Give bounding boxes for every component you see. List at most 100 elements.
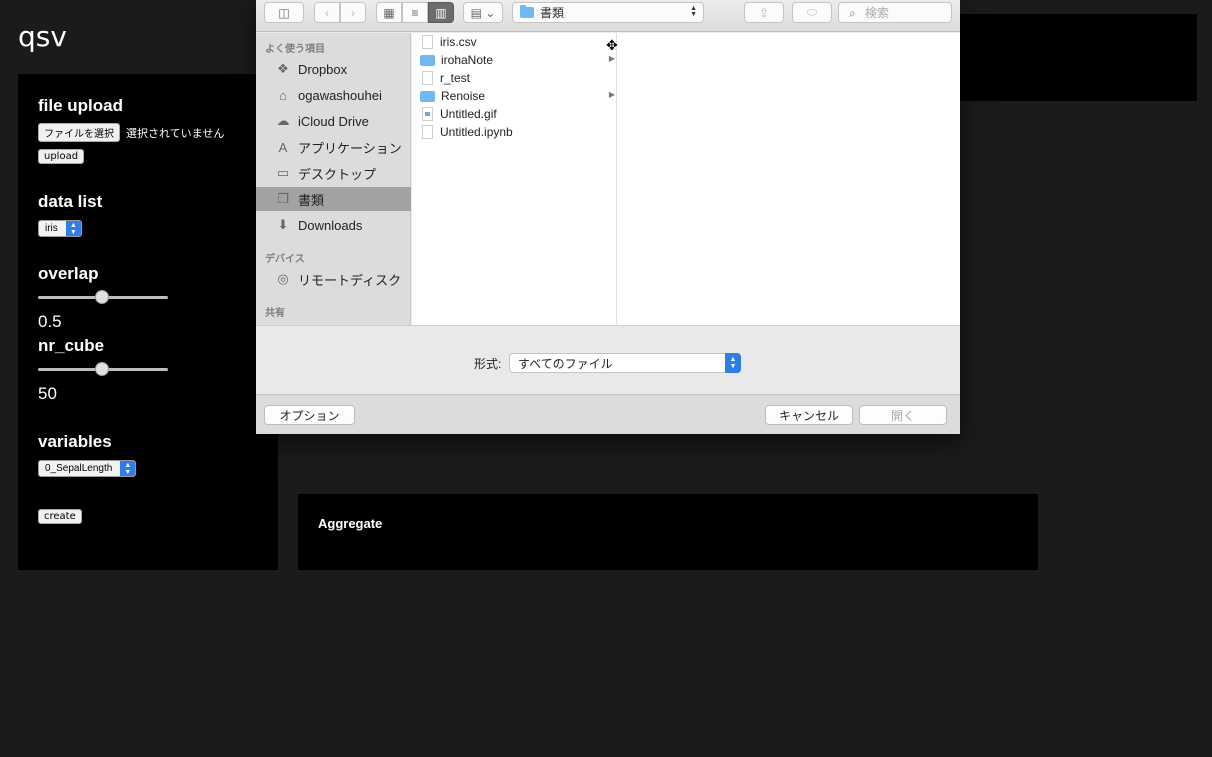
file-name: Renoise: [441, 89, 486, 103]
sidebar-item-label: アプリケーション: [298, 140, 402, 156]
file-item[interactable]: Untitled.ipynb: [412, 123, 617, 141]
aggregate-label: Aggregate: [318, 516, 383, 531]
cancel-button[interactable]: キャンセル: [765, 405, 853, 425]
overlap-value: 0.5: [38, 312, 62, 331]
columns-icon: ▥: [435, 5, 447, 20]
documents-icon: ❐: [277, 191, 289, 206]
sidebar-item-dropbox[interactable]: ❖ Dropbox: [256, 57, 411, 81]
search-placeholder: 検索: [865, 6, 890, 20]
folder-item[interactable]: Renoise ▶: [412, 87, 617, 105]
nr-cube-slider[interactable]: [38, 362, 168, 376]
file-item[interactable]: r_test: [412, 69, 617, 87]
sidebar-item-label: Dropbox: [298, 61, 348, 77]
dropbox-icon: ❖: [277, 61, 289, 76]
cloud-icon: ☁: [276, 113, 290, 128]
tag-icon: ⬭: [806, 5, 818, 19]
sidebar-item-label: iCloud Drive: [298, 113, 369, 129]
data-list-heading: data list: [38, 192, 103, 211]
sidebar-item-label: デスクトップ: [298, 166, 377, 182]
devices-heading: デバイス: [265, 254, 305, 265]
app-title: qsv: [18, 20, 67, 53]
sidebar-item-remote-disc[interactable]: ◎ リモートディスク: [256, 267, 411, 291]
list-view-button[interactable]: ≡: [402, 2, 428, 23]
nr-cube-value: 50: [38, 384, 57, 403]
sidebar-item-applications[interactable]: A アプリケーション: [256, 135, 411, 159]
sidebar-item-label: リモートディスク: [298, 272, 402, 288]
file-upload-heading: file upload: [38, 96, 123, 115]
back-button[interactable]: ‹: [314, 2, 340, 23]
open-button[interactable]: 開く: [859, 405, 947, 425]
tag-button[interactable]: ⬭: [792, 2, 832, 23]
sidebar-item-label: 書類: [298, 192, 325, 208]
search-field[interactable]: ⌕ 検索: [838, 2, 952, 23]
forward-button[interactable]: ›: [340, 2, 366, 23]
file-name: r_test: [440, 71, 471, 85]
sidebar-item-icloud[interactable]: ☁ iCloud Drive: [256, 109, 411, 133]
downloads-icon: ⬇: [277, 217, 289, 232]
file-status-text: 選択されていません: [126, 127, 225, 140]
nr-cube-heading: nr_cube: [38, 336, 105, 355]
file-name: iris.csv: [440, 35, 477, 49]
disc-icon: ◎: [277, 271, 289, 286]
applications-icon: A: [278, 139, 288, 155]
shared-heading: 共有: [265, 308, 285, 319]
chevron-updown-icon: ▲ ▼: [120, 461, 136, 476]
dialog-footer: オプション キャンセル 開く: [256, 394, 960, 434]
document-icon: [422, 71, 433, 85]
arrange-button[interactable]: ▤ ⌄: [463, 2, 503, 23]
file-name: irohaNote: [441, 53, 494, 67]
sidebar-item-downloads[interactable]: ⬇ Downloads: [256, 213, 411, 237]
file-name: Untitled.gif: [440, 107, 497, 121]
sidebar-item-home[interactable]: ⌂ ogawashouhei: [256, 83, 411, 107]
icon-view-button[interactable]: ▦: [376, 2, 402, 23]
folder-item[interactable]: irohaNote ▶: [412, 51, 617, 69]
chevron-updown-icon: ▲ ▼: [65, 221, 81, 236]
resize-cursor-icon: ✥: [606, 37, 618, 53]
folder-icon: [420, 90, 435, 102]
column-view-button[interactable]: ▥: [428, 2, 454, 23]
chevron-left-icon: ‹: [325, 5, 329, 20]
location-popup[interactable]: 書類 ▲ ▼: [512, 2, 704, 23]
file-item[interactable]: Untitled.gif: [412, 105, 617, 123]
control-sidebar: file upload ファイルを選択 選択されていません upload dat…: [18, 74, 278, 570]
document-icon: [422, 125, 433, 139]
sidebar-toggle-icon: ◫: [278, 5, 290, 20]
variables-heading: variables: [38, 432, 112, 451]
file-column: iris.csv irohaNote ▶ r_test Renoise ▶ Un…: [412, 33, 617, 325]
slider-thumb[interactable]: [95, 290, 109, 304]
slider-thumb[interactable]: [95, 362, 109, 376]
sidebar-item-label: ogawashouhei: [298, 87, 382, 103]
variables-select[interactable]: 0_SepalLength ▲ ▼: [38, 460, 137, 477]
options-button[interactable]: オプション: [264, 405, 355, 425]
disclosure-arrow-icon: ▶: [608, 90, 615, 99]
aggregate-panel: Aggregate: [298, 494, 1038, 570]
home-icon: ⌂: [279, 87, 287, 103]
format-select[interactable]: すべてのファイル ▲ ▼: [509, 353, 741, 373]
sidebar-item-label: Downloads: [298, 217, 363, 233]
file-name: Untitled.ipynb: [440, 125, 513, 139]
dialog-toolbar: ◫ ‹ › ▦ ≡ ▥ ▤ ⌄ 書類 ▲ ▼ ⇪ ⬭ ⌕ 検索: [256, 0, 960, 32]
choose-file-button[interactable]: ファイルを選択: [38, 123, 120, 142]
list-icon: ≡: [411, 5, 419, 20]
empty-column: [617, 33, 960, 325]
sidebar-toggle-button[interactable]: ◫: [264, 2, 304, 23]
folder-icon: [520, 5, 534, 18]
dialog-sidebar: よく使う項目 ❖ Dropbox ⌂ ogawashouhei ☁ iCloud…: [256, 33, 411, 325]
image-file-icon: [422, 107, 433, 121]
format-area: 形式: すべてのファイル ▲ ▼: [256, 325, 960, 394]
sidebar-item-documents[interactable]: ❐ 書類: [256, 187, 411, 211]
chevron-updown-icon: ▲ ▼: [690, 5, 697, 18]
share-button[interactable]: ⇪: [744, 2, 784, 23]
upload-button[interactable]: upload: [38, 149, 85, 164]
data-list-value: iris: [45, 223, 58, 234]
file-upload-row: ファイルを選択 選択されていません: [38, 123, 224, 142]
file-item[interactable]: iris.csv: [412, 33, 617, 51]
overlap-slider[interactable]: [38, 290, 168, 304]
sidebar-item-desktop[interactable]: ▭ デスクトップ: [256, 161, 411, 185]
desktop-icon: ▭: [276, 165, 290, 180]
document-icon: [422, 35, 433, 49]
chevron-right-icon: ›: [351, 5, 355, 20]
data-list-select[interactable]: iris ▲ ▼: [38, 220, 82, 237]
favorites-heading: よく使う項目: [265, 44, 325, 55]
create-button[interactable]: create: [38, 509, 82, 524]
